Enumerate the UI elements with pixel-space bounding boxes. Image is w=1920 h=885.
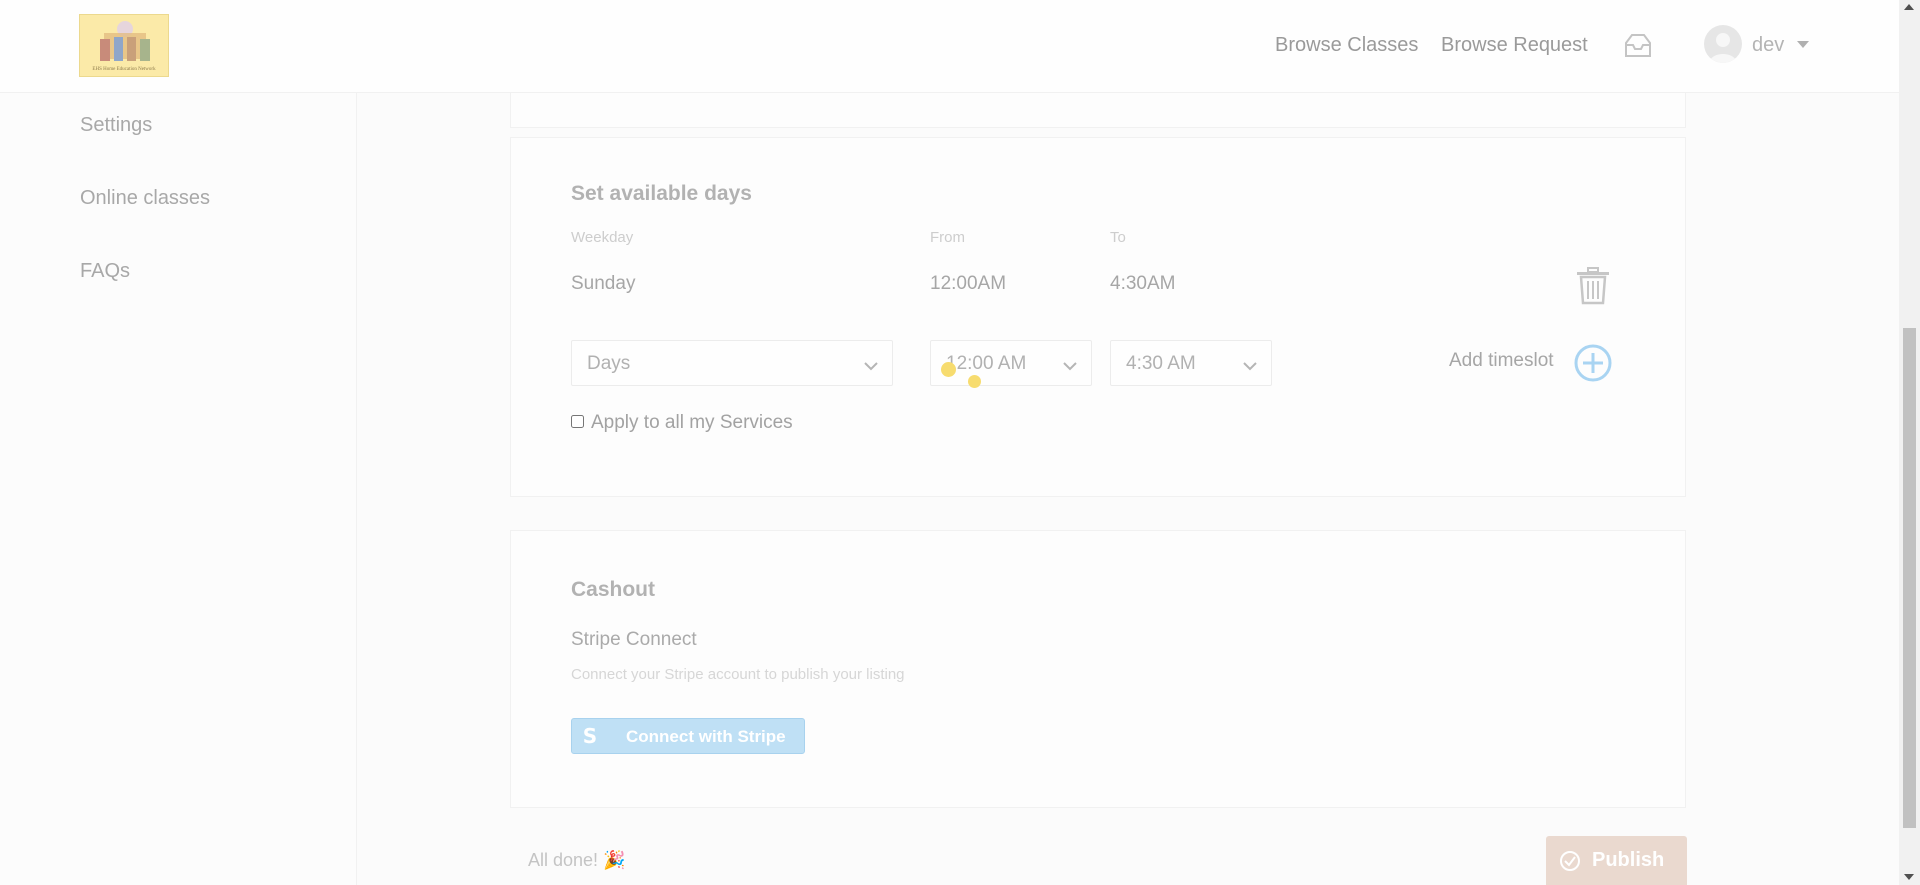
- previous-section-card: [510, 92, 1686, 128]
- days-select[interactable]: Days: [571, 340, 893, 386]
- top-header: EHS Home Education Network Browse Classe…: [0, 0, 1899, 93]
- column-header-from: From: [930, 229, 965, 246]
- user-name[interactable]: dev: [1752, 34, 1784, 57]
- inbox-icon[interactable]: [1622, 33, 1654, 64]
- sidebar-item-settings[interactable]: Settings: [80, 114, 152, 137]
- scrollbar-thumb[interactable]: [1903, 328, 1916, 828]
- apply-all-services-checkbox[interactable]: [571, 415, 584, 428]
- cursor-indicator: [968, 375, 981, 388]
- stripe-logo-icon: S: [582, 724, 598, 748]
- check-circle-icon: [1559, 850, 1581, 877]
- scroll-down-arrow-icon[interactable]: [1904, 874, 1914, 880]
- user-silhouette-icon: [1709, 33, 1737, 63]
- from-time-select[interactable]: 12:00 AM: [930, 340, 1092, 386]
- logo-caption: EHS Home Education Network: [92, 67, 156, 72]
- apply-all-services-label[interactable]: Apply to all my Services: [591, 412, 793, 434]
- nav-browse-classes[interactable]: Browse Classes: [1275, 34, 1418, 57]
- trash-icon[interactable]: [1575, 267, 1611, 310]
- add-circle-icon[interactable]: [1573, 343, 1613, 388]
- to-time-select-value: 4:30 AM: [1126, 353, 1196, 374]
- section-title-available-days: Set available days: [571, 182, 752, 205]
- chevron-down-icon: [1243, 358, 1257, 376]
- sidebar-item-online-classes[interactable]: Online classes: [80, 187, 210, 210]
- user-avatar[interactable]: [1704, 25, 1742, 63]
- nav-browse-request[interactable]: Browse Request: [1441, 34, 1588, 57]
- connect-with-stripe-label: Connect with Stripe: [626, 727, 786, 746]
- chevron-down-icon[interactable]: [1797, 41, 1809, 48]
- stripe-connect-heading: Stripe Connect: [571, 629, 697, 650]
- publish-label: Publish: [1592, 849, 1665, 871]
- to-time-select[interactable]: 4:30 AM: [1110, 340, 1272, 386]
- sidebar-item-faqs[interactable]: FAQs: [80, 260, 130, 283]
- chevron-down-icon: [1063, 358, 1077, 376]
- days-select-value: Days: [587, 353, 631, 374]
- column-header-to: To: [1110, 229, 1126, 246]
- connect-with-stripe-button[interactable]: S Connect with Stripe: [571, 718, 805, 754]
- chevron-down-icon: [864, 358, 878, 376]
- timeslot-from: 12:00AM: [930, 273, 1007, 294]
- scroll-up-arrow-icon[interactable]: [1904, 4, 1914, 10]
- timeslot-weekday: Sunday: [571, 273, 636, 294]
- vertical-scrollbar[interactable]: [1899, 0, 1920, 885]
- section-title-cashout: Cashout: [571, 578, 655, 601]
- publish-button[interactable]: Publish: [1546, 836, 1687, 885]
- sidebar: Settings Online classes FAQs: [0, 92, 357, 885]
- stripe-connect-description: Connect your Stripe account to publish y…: [571, 666, 905, 683]
- timeslot-to: 4:30AM: [1110, 273, 1176, 294]
- column-header-weekday: Weekday: [571, 229, 634, 246]
- add-timeslot-label[interactable]: Add timeslot: [1449, 350, 1554, 372]
- site-logo[interactable]: EHS Home Education Network: [79, 14, 169, 77]
- from-time-select-value: 12:00 AM: [946, 353, 1027, 374]
- all-done-text: All done! 🎉: [528, 850, 626, 870]
- cursor-indicator: [941, 362, 956, 377]
